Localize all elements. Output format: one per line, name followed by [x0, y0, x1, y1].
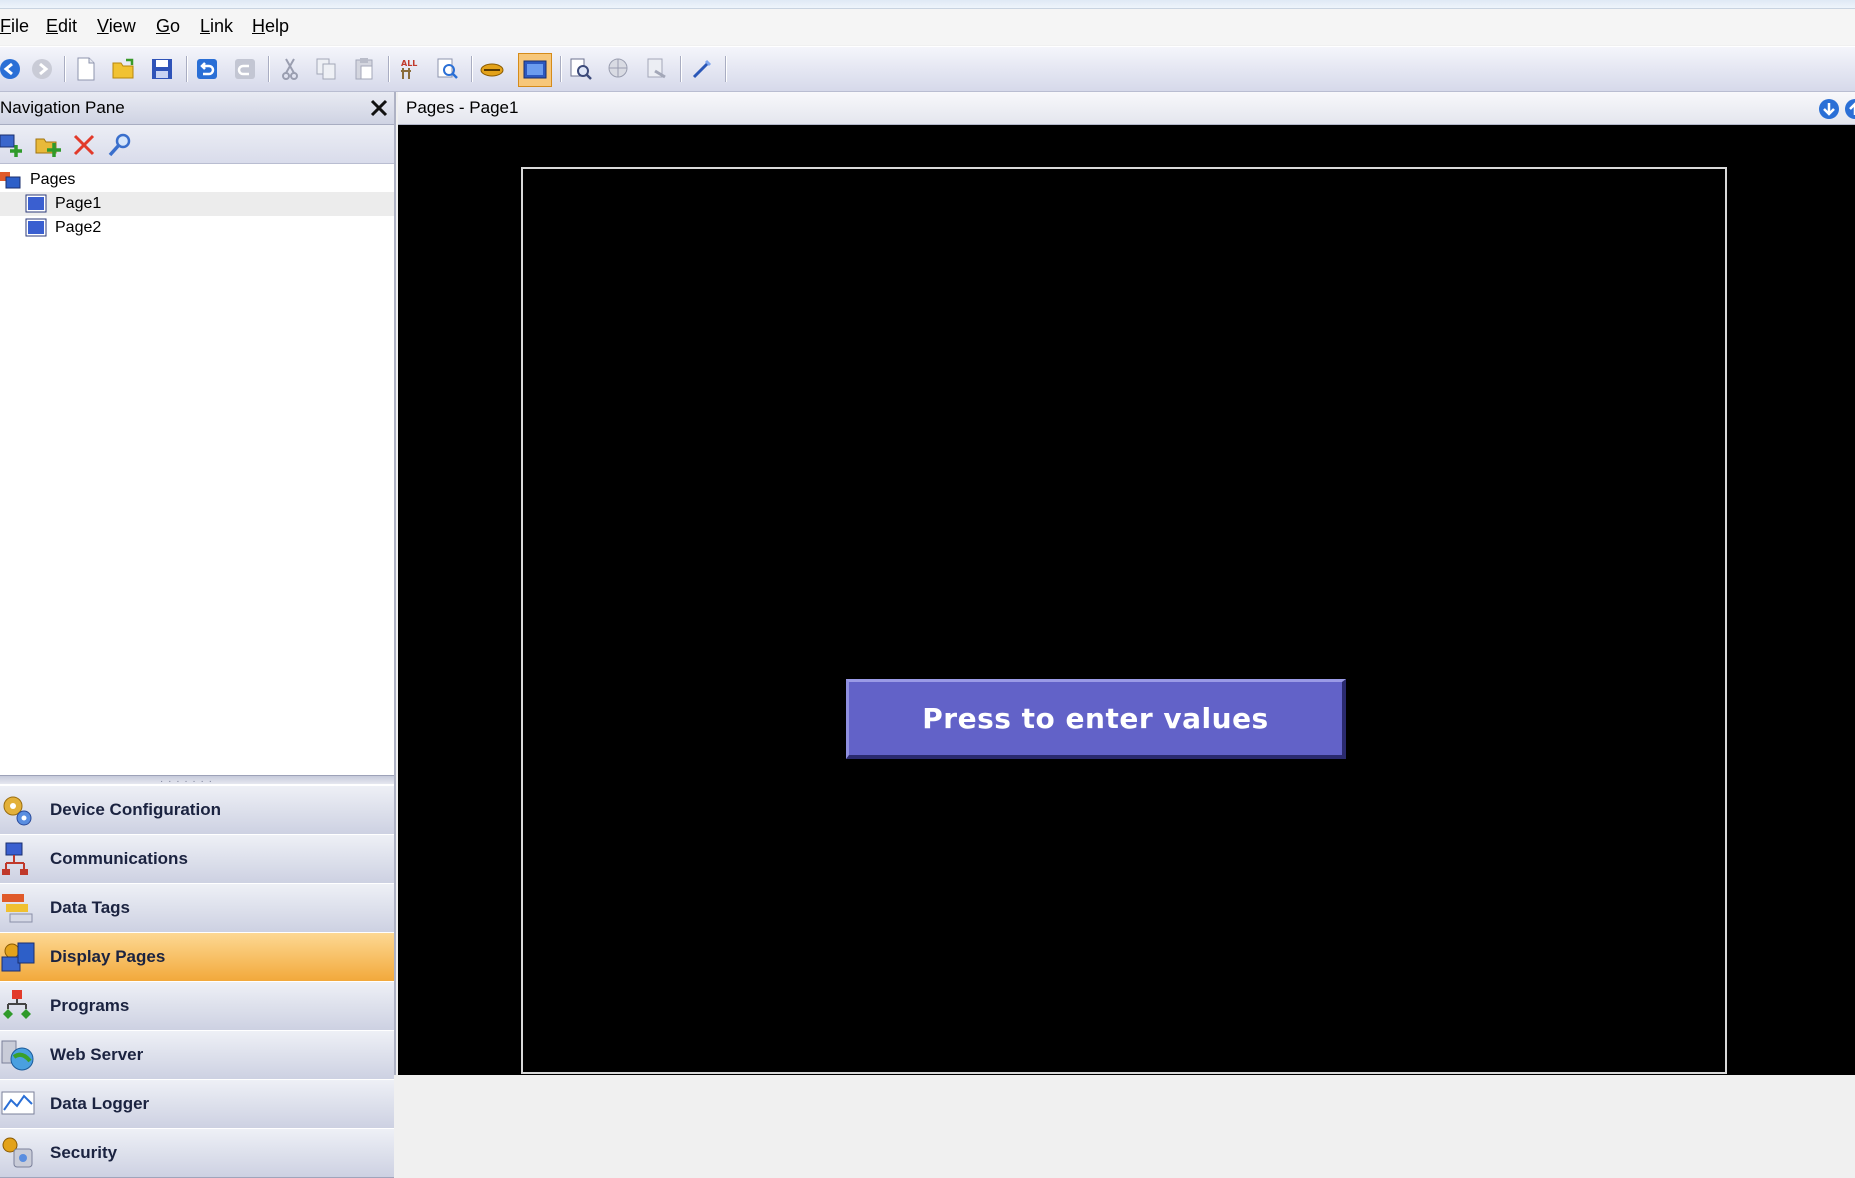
download-icon[interactable] [1818, 98, 1840, 120]
undo-icon[interactable] [193, 55, 221, 83]
toolbar-separator [680, 56, 681, 82]
toolbar-separator [725, 56, 726, 82]
toolbar-separator [64, 56, 65, 82]
cut-icon[interactable] [276, 55, 304, 83]
navigation-pane-header: Navigation Pane [0, 92, 394, 125]
menu-help[interactable]: Help [252, 16, 289, 37]
zoom-page-icon[interactable] [567, 55, 595, 83]
workspace-header: Pages - Page1 [398, 92, 1855, 125]
navigation-pane: Navigation Pane Pages Page1 Page2 · · · … [0, 92, 396, 1178]
toolbar-separator [268, 56, 269, 82]
workspace-title: Pages - Page1 [406, 98, 519, 117]
window-title-bar [0, 0, 1855, 9]
toolbar-separator [388, 56, 389, 82]
globe-search-icon[interactable] [605, 55, 633, 83]
svg-text:ALL: ALL [401, 59, 417, 68]
enter-values-button[interactable]: Press to enter values [846, 679, 1346, 759]
tags-icon [2, 894, 33, 923]
program-flow-icon [3, 990, 31, 1019]
menu-go[interactable]: Go [156, 16, 180, 37]
tree-item-page2[interactable]: Page2 [0, 216, 394, 240]
toolbar-separator [186, 56, 187, 82]
toolbar-separator [471, 56, 472, 82]
tree-item-label: Page1 [55, 195, 102, 212]
pane-splitter[interactable]: · · · · · · · [0, 775, 394, 787]
section-web-server[interactable]: Web Server [0, 1030, 394, 1080]
section-security[interactable]: Security [0, 1128, 394, 1178]
page-properties-icon[interactable] [643, 55, 671, 83]
chart-icon [1, 1091, 35, 1115]
delete-icon[interactable] [70, 131, 98, 159]
section-display-pages[interactable]: Display Pages [0, 932, 394, 982]
display-mode-icon[interactable] [518, 53, 552, 87]
copy-icon[interactable] [312, 55, 340, 83]
forward-icon[interactable] [28, 55, 56, 83]
new-file-icon[interactable] [72, 55, 100, 83]
menu-view[interactable]: View [97, 16, 136, 37]
add-page-icon[interactable] [0, 131, 26, 159]
paste-icon[interactable] [350, 55, 378, 83]
section-programs[interactable]: Programs [0, 981, 394, 1031]
find-all-icon[interactable]: ALL [395, 55, 423, 83]
network-icon [2, 842, 28, 875]
wizard-icon[interactable] [688, 55, 716, 83]
page-workspace: Pages - Page1 Press to enter values [398, 92, 1855, 1075]
save-icon[interactable] [148, 55, 176, 83]
display-pages-icon [1, 942, 35, 972]
close-icon[interactable] [366, 95, 392, 121]
pages-folder-icon [0, 172, 21, 189]
enter-values-button-label: Press to enter values [922, 702, 1269, 735]
menu-bar: File Edit View Go Link Help [0, 9, 1855, 45]
open-folder-icon[interactable] [110, 55, 138, 83]
tree-root-pages[interactable]: Pages [0, 168, 394, 192]
navigation-pane-toolbar [0, 125, 394, 164]
main-toolbar: ALL [0, 46, 1855, 92]
navigation-pane-title: Navigation Pane [0, 98, 125, 117]
transfer-icon[interactable] [478, 55, 506, 83]
gear-icon [3, 796, 32, 826]
back-icon[interactable] [0, 55, 24, 83]
menu-link[interactable]: Link [200, 16, 233, 37]
search-icon[interactable] [106, 131, 134, 159]
page-icon [25, 218, 47, 237]
tree-item-page1[interactable]: Page1 [0, 192, 394, 216]
upload-icon[interactable] [1844, 98, 1855, 120]
tree-root-label: Pages [30, 171, 76, 188]
section-data-tags[interactable]: Data Tags [0, 883, 394, 933]
menu-file[interactable]: File [0, 16, 29, 37]
tree-item-label: Page2 [55, 219, 102, 236]
section-device-configuration[interactable]: Device Configuration [0, 785, 394, 835]
section-communications[interactable]: Communications [0, 834, 394, 884]
find-replace-icon[interactable] [433, 55, 461, 83]
pages-tree: Pages Page1 Page2 [0, 164, 394, 774]
globe-icon [1, 1040, 34, 1071]
menu-edit[interactable]: Edit [46, 16, 77, 37]
page-icon [25, 194, 47, 213]
section-data-logger[interactable]: Data Logger [0, 1079, 394, 1129]
redo-icon[interactable] [231, 55, 259, 83]
toolbar-separator [560, 56, 561, 82]
display-page-canvas[interactable]: Press to enter values [521, 167, 1727, 1074]
security-icon [2, 1137, 33, 1168]
add-folder-icon[interactable] [34, 131, 62, 159]
